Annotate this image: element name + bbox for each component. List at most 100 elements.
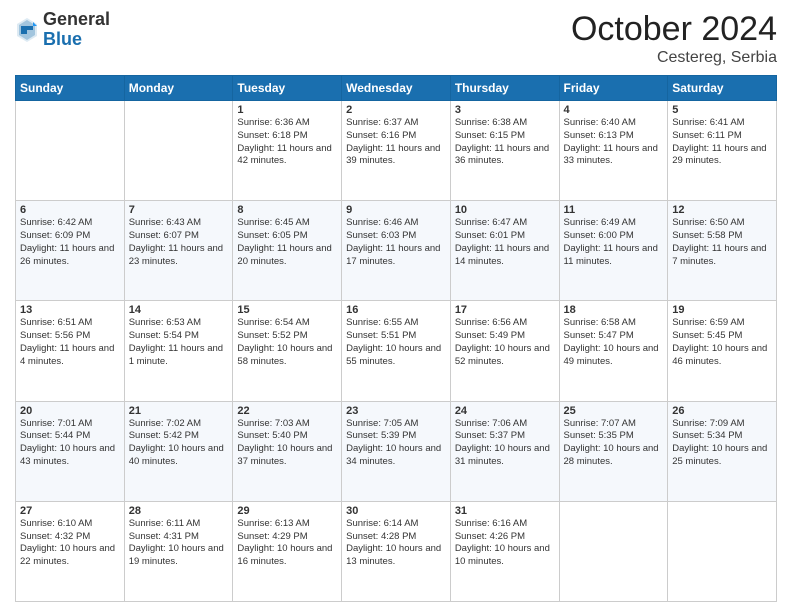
- sunset-text: Sunset: 6:01 PM: [455, 230, 555, 243]
- day-number: 30: [346, 505, 446, 517]
- table-row: 23Sunrise: 7:05 AMSunset: 5:39 PMDayligh…: [342, 401, 451, 501]
- day-number: 20: [20, 405, 120, 417]
- table-row: 20Sunrise: 7:01 AMSunset: 5:44 PMDayligh…: [16, 401, 125, 501]
- col-tuesday: Tuesday: [233, 76, 342, 101]
- sunset-text: Sunset: 6:15 PM: [455, 130, 555, 143]
- table-row: 5Sunrise: 6:41 AMSunset: 6:11 PMDaylight…: [668, 101, 777, 201]
- daylight-text: Daylight: 10 hours and 31 minutes.: [455, 443, 555, 469]
- daylight-text: Daylight: 11 hours and 36 minutes.: [455, 143, 555, 169]
- sunset-text: Sunset: 4:26 PM: [455, 531, 555, 544]
- logo: General Blue: [15, 10, 110, 50]
- sunrise-text: Sunrise: 6:46 AM: [346, 217, 446, 230]
- daylight-text: Daylight: 11 hours and 7 minutes.: [672, 243, 772, 269]
- day-number: 15: [237, 304, 337, 316]
- sunset-text: Sunset: 5:40 PM: [237, 430, 337, 443]
- sunset-text: Sunset: 4:32 PM: [20, 531, 120, 544]
- table-row: 1Sunrise: 6:36 AMSunset: 6:18 PMDaylight…: [233, 101, 342, 201]
- table-row: 22Sunrise: 7:03 AMSunset: 5:40 PMDayligh…: [233, 401, 342, 501]
- calendar-header-row: Sunday Monday Tuesday Wednesday Thursday…: [16, 76, 777, 101]
- table-row: 12Sunrise: 6:50 AMSunset: 5:58 PMDayligh…: [668, 201, 777, 301]
- daylight-text: Daylight: 10 hours and 10 minutes.: [455, 543, 555, 569]
- col-wednesday: Wednesday: [342, 76, 451, 101]
- sunrise-text: Sunrise: 6:59 AM: [672, 317, 772, 330]
- daylight-text: Daylight: 11 hours and 17 minutes.: [346, 243, 446, 269]
- sunrise-text: Sunrise: 6:54 AM: [237, 317, 337, 330]
- daylight-text: Daylight: 10 hours and 52 minutes.: [455, 343, 555, 369]
- daylight-text: Daylight: 10 hours and 40 minutes.: [129, 443, 229, 469]
- table-row: 16Sunrise: 6:55 AMSunset: 5:51 PMDayligh…: [342, 301, 451, 401]
- daylight-text: Daylight: 11 hours and 1 minute.: [129, 343, 229, 369]
- sunrise-text: Sunrise: 7:03 AM: [237, 418, 337, 431]
- sunrise-text: Sunrise: 7:01 AM: [20, 418, 120, 431]
- sunrise-text: Sunrise: 6:42 AM: [20, 217, 120, 230]
- sunrise-text: Sunrise: 6:47 AM: [455, 217, 555, 230]
- sunrise-text: Sunrise: 6:56 AM: [455, 317, 555, 330]
- table-row: 19Sunrise: 6:59 AMSunset: 5:45 PMDayligh…: [668, 301, 777, 401]
- day-number: 29: [237, 505, 337, 517]
- table-row: 25Sunrise: 7:07 AMSunset: 5:35 PMDayligh…: [559, 401, 668, 501]
- calendar-week-4: 20Sunrise: 7:01 AMSunset: 5:44 PMDayligh…: [16, 401, 777, 501]
- sunset-text: Sunset: 6:00 PM: [564, 230, 664, 243]
- day-number: 11: [564, 204, 664, 216]
- table-row: 15Sunrise: 6:54 AMSunset: 5:52 PMDayligh…: [233, 301, 342, 401]
- sunrise-text: Sunrise: 7:05 AM: [346, 418, 446, 431]
- sunrise-text: Sunrise: 6:14 AM: [346, 518, 446, 531]
- calendar-week-1: 1Sunrise: 6:36 AMSunset: 6:18 PMDaylight…: [16, 101, 777, 201]
- table-row: 28Sunrise: 6:11 AMSunset: 4:31 PMDayligh…: [124, 501, 233, 601]
- day-number: 14: [129, 304, 229, 316]
- col-sunday: Sunday: [16, 76, 125, 101]
- day-number: 28: [129, 505, 229, 517]
- title-location: Cestereg, Serbia: [571, 49, 777, 67]
- sunset-text: Sunset: 4:29 PM: [237, 531, 337, 544]
- daylight-text: Daylight: 11 hours and 29 minutes.: [672, 143, 772, 169]
- day-number: 18: [564, 304, 664, 316]
- sunrise-text: Sunrise: 6:11 AM: [129, 518, 229, 531]
- table-row: 7Sunrise: 6:43 AMSunset: 6:07 PMDaylight…: [124, 201, 233, 301]
- sunset-text: Sunset: 6:05 PM: [237, 230, 337, 243]
- table-row: 27Sunrise: 6:10 AMSunset: 4:32 PMDayligh…: [16, 501, 125, 601]
- table-row: 11Sunrise: 6:49 AMSunset: 6:00 PMDayligh…: [559, 201, 668, 301]
- day-number: 31: [455, 505, 555, 517]
- daylight-text: Daylight: 10 hours and 16 minutes.: [237, 543, 337, 569]
- table-row: 8Sunrise: 6:45 AMSunset: 6:05 PMDaylight…: [233, 201, 342, 301]
- daylight-text: Daylight: 10 hours and 25 minutes.: [672, 443, 772, 469]
- daylight-text: Daylight: 10 hours and 19 minutes.: [129, 543, 229, 569]
- table-row: 30Sunrise: 6:14 AMSunset: 4:28 PMDayligh…: [342, 501, 451, 601]
- sunset-text: Sunset: 5:39 PM: [346, 430, 446, 443]
- day-number: 9: [346, 204, 446, 216]
- table-row: 6Sunrise: 6:42 AMSunset: 6:09 PMDaylight…: [16, 201, 125, 301]
- sunrise-text: Sunrise: 6:43 AM: [129, 217, 229, 230]
- daylight-text: Daylight: 10 hours and 13 minutes.: [346, 543, 446, 569]
- table-row: 17Sunrise: 6:56 AMSunset: 5:49 PMDayligh…: [450, 301, 559, 401]
- title-block: October 2024 Cestereg, Serbia: [571, 10, 777, 67]
- sunset-text: Sunset: 4:31 PM: [129, 531, 229, 544]
- day-number: 6: [20, 204, 120, 216]
- calendar-week-5: 27Sunrise: 6:10 AMSunset: 4:32 PMDayligh…: [16, 501, 777, 601]
- title-month: October 2024: [571, 10, 777, 49]
- sunset-text: Sunset: 5:56 PM: [20, 330, 120, 343]
- table-row: 13Sunrise: 6:51 AMSunset: 5:56 PMDayligh…: [16, 301, 125, 401]
- sunset-text: Sunset: 6:13 PM: [564, 130, 664, 143]
- col-thursday: Thursday: [450, 76, 559, 101]
- sunrise-text: Sunrise: 7:09 AM: [672, 418, 772, 431]
- table-row: 14Sunrise: 6:53 AMSunset: 5:54 PMDayligh…: [124, 301, 233, 401]
- logo-general-text: General: [43, 10, 110, 30]
- daylight-text: Daylight: 11 hours and 42 minutes.: [237, 143, 337, 169]
- table-row: 18Sunrise: 6:58 AMSunset: 5:47 PMDayligh…: [559, 301, 668, 401]
- sunset-text: Sunset: 6:09 PM: [20, 230, 120, 243]
- sunset-text: Sunset: 5:34 PM: [672, 430, 772, 443]
- sunrise-text: Sunrise: 6:40 AM: [564, 117, 664, 130]
- col-saturday: Saturday: [668, 76, 777, 101]
- table-row: 2Sunrise: 6:37 AMSunset: 6:16 PMDaylight…: [342, 101, 451, 201]
- sunset-text: Sunset: 4:28 PM: [346, 531, 446, 544]
- sunrise-text: Sunrise: 6:53 AM: [129, 317, 229, 330]
- sunrise-text: Sunrise: 6:41 AM: [672, 117, 772, 130]
- sunrise-text: Sunrise: 6:36 AM: [237, 117, 337, 130]
- logo-blue-text: Blue: [43, 30, 110, 50]
- sunrise-text: Sunrise: 6:10 AM: [20, 518, 120, 531]
- sunrise-text: Sunrise: 7:06 AM: [455, 418, 555, 431]
- daylight-text: Daylight: 11 hours and 11 minutes.: [564, 243, 664, 269]
- sunrise-text: Sunrise: 6:13 AM: [237, 518, 337, 531]
- header: General Blue October 2024 Cestereg, Serb…: [15, 10, 777, 67]
- day-number: 12: [672, 204, 772, 216]
